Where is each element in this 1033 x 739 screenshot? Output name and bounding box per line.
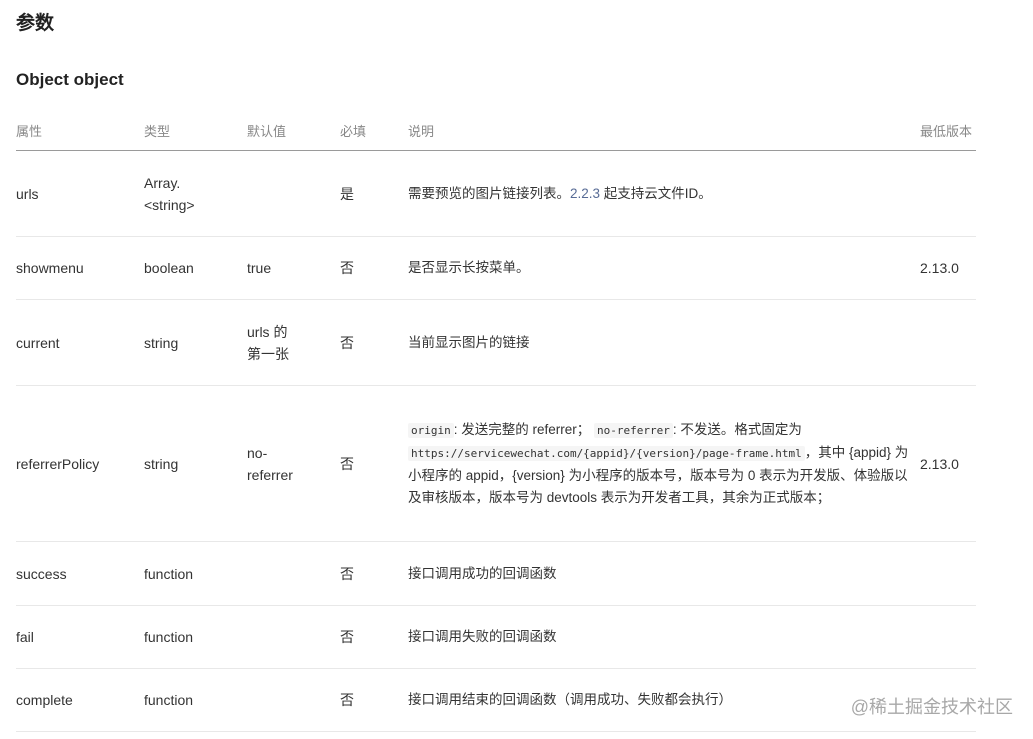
cell-attr: referrerPolicy [16,385,144,542]
page: 参数 Object object 属性 类型 默认值 必填 说明 最低版本 ur… [0,0,1033,739]
cell-type: Array. <string> [144,150,247,237]
cell-required: 否 [340,605,408,669]
cell-type: string [144,385,247,542]
header-desc: 说明 [408,110,920,151]
object-title: Object object [16,70,124,89]
header-type: 类型 [144,110,247,151]
table-row: success function 否 接口调用成功的回调函数 [16,541,976,606]
cell-default [247,668,340,732]
code-origin: origin [408,422,454,438]
table-row: showmenu boolean true 否 是否显示长按菜单。 2.13.0 [16,236,976,300]
desc-text: 起支持云文件ID。 [600,185,712,201]
cell-attr: complete [16,668,144,732]
cell-desc: origin: 发送完整的 referrer； no-referrer: 不发送… [408,385,920,542]
cell-default: no- referrer [247,385,340,542]
table-header-row: 属性 类型 默认值 必填 说明 最低版本 [16,110,976,151]
header-required: 必填 [340,110,408,151]
table-row: fail function 否 接口调用失败的回调函数 [16,605,976,669]
desc-text: 需要预览的图片链接列表。 [408,185,570,201]
cell-type: string [144,299,247,386]
cell-type: function [144,605,247,669]
cell-required: 否 [340,385,408,542]
cell-default: urls 的 第一张 [247,299,340,386]
cell-type: function [144,668,247,732]
cell-attr: current [16,299,144,386]
cell-type: function [144,541,247,606]
section-title: 参数 [16,13,55,34]
cell-attr: showmenu [16,236,144,300]
table-row: referrerPolicy string no- referrer 否 ori… [16,385,976,542]
params-table: 属性 类型 默认值 必填 说明 最低版本 urls Array. <string… [16,110,976,732]
cell-default [247,541,340,606]
cell-type: boolean [144,236,247,300]
cell-required: 是 [340,150,408,237]
cell-attr: urls [16,150,144,237]
cell-desc: 接口调用结束的回调函数（调用成功、失败都会执行） [408,668,920,732]
cell-desc: 接口调用成功的回调函数 [408,541,920,606]
cell-version: 2.13.0 [920,385,976,542]
cell-attr: success [16,541,144,606]
cell-default: true [247,236,340,300]
cell-desc: 当前显示图片的链接 [408,299,920,386]
cell-version [920,605,976,669]
version-link[interactable]: 2.2.3 [570,186,600,201]
cell-required: 否 [340,668,408,732]
cell-desc: 接口调用失败的回调函数 [408,605,920,669]
cell-version: 2.13.0 [920,236,976,300]
cell-attr: fail [16,605,144,669]
header-default: 默认值 [247,110,340,151]
code-no-referrer: no-referrer [594,422,673,438]
cell-required: 否 [340,236,408,300]
cell-version [920,541,976,606]
cell-version [920,150,976,237]
table-row: current string urls 的 第一张 否 当前显示图片的链接 [16,299,976,386]
table-row: urls Array. <string> 是 需要预览的图片链接列表。2.2.3… [16,150,976,237]
cell-version [920,299,976,386]
cell-required: 否 [340,299,408,386]
cell-default [247,605,340,669]
table-row: complete function 否 接口调用结束的回调函数（调用成功、失败都… [16,668,976,732]
header-attr: 属性 [16,110,144,151]
cell-default [247,150,340,237]
desc-text: : 发送完整的 referrer； [453,421,591,437]
code-url: https://servicewechat.com/{appid}/{versi… [408,445,805,461]
desc-text: : 不发送。格式固定为 [672,421,802,437]
header-version: 最低版本 [920,110,976,151]
cell-desc: 是否显示长按菜单。 [408,236,920,300]
watermark: @稀土掘金技术社区 [850,697,1013,717]
cell-required: 否 [340,541,408,606]
cell-desc: 需要预览的图片链接列表。2.2.3 起支持云文件ID。 [408,150,920,237]
